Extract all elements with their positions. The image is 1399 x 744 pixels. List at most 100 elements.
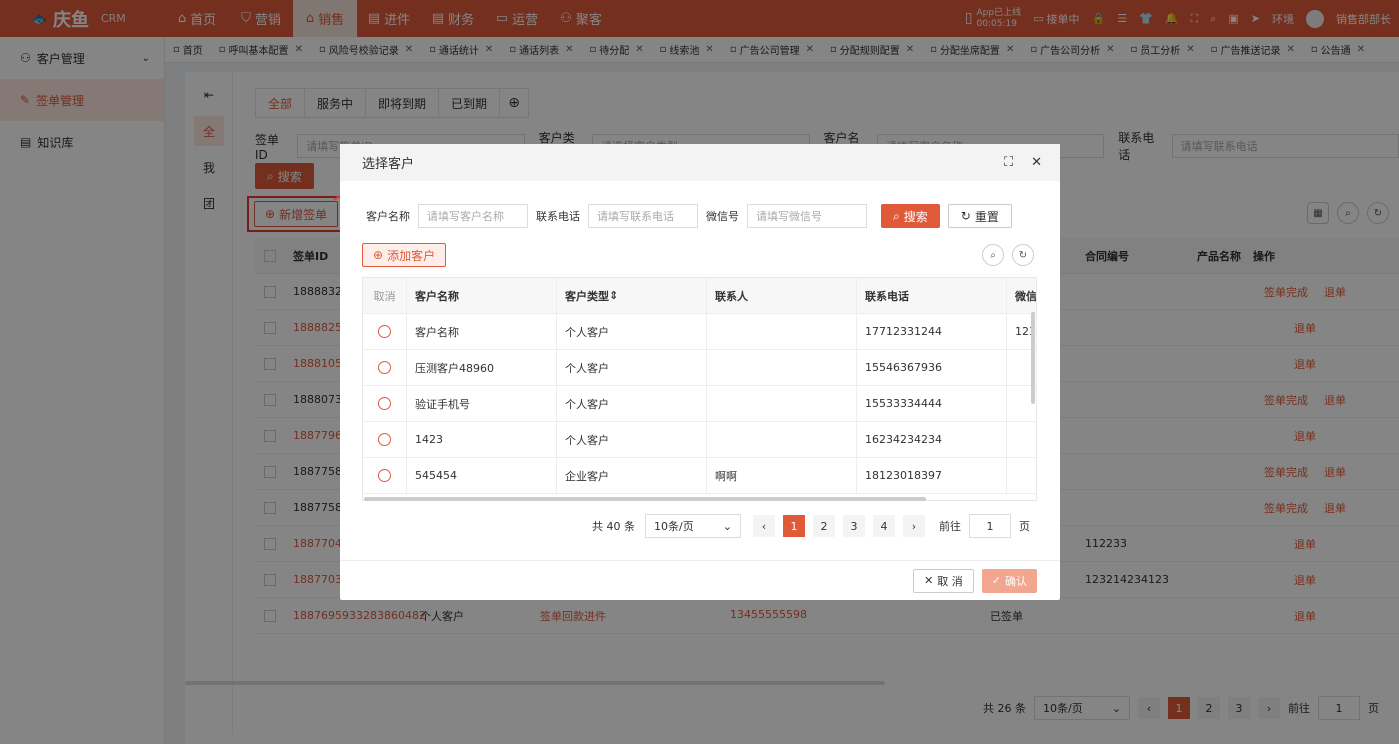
modal-search-button-label: 搜索	[903, 209, 928, 224]
customer-table: 取消 客户名称 客户类型 ⇕ 联系人 联系电话 微信 客户名称 个人客户 17712331244…	[362, 277, 1037, 501]
col-header-label: 客户类型	[565, 289, 609, 303]
modal-name-input[interactable]: 请填写客户名称	[418, 204, 528, 228]
col-header-1: 客户名称	[407, 278, 557, 314]
cell-type: 个人客户	[557, 385, 707, 422]
col-header-0: 取消	[363, 278, 407, 314]
modal-reset-button-label: 重置	[974, 209, 999, 224]
col-header-5: 微信	[1007, 278, 1037, 314]
row-radio-cell[interactable]	[363, 457, 407, 494]
modal-prev-page[interactable]: ‹	[753, 515, 775, 537]
row-radio[interactable]	[378, 325, 391, 338]
modal-page-size-value: 10条/页	[654, 520, 694, 533]
modal-goto-input[interactable]: 1	[969, 514, 1011, 538]
modal-next-page[interactable]: ›	[903, 515, 925, 537]
cell-contact	[707, 421, 857, 458]
col-header-label: 联系电话	[865, 289, 909, 303]
cell-contact: 啊啊	[707, 457, 857, 494]
add-customer-button-label: 添加客户	[387, 248, 436, 263]
col-header-3: 联系人	[707, 278, 857, 314]
modal-table-hscroll[interactable]	[364, 497, 926, 501]
modal-name-label: 客户名称	[366, 210, 410, 223]
cell-phone: 17712331244	[857, 313, 1007, 350]
cell-name: 验证手机号	[407, 385, 557, 422]
cell-wechat	[1007, 458, 1036, 494]
row-radio[interactable]	[378, 433, 391, 446]
modal-pager: 共 40 条 10条/页 ⌄ ‹ 1 2 3 4 › 前往 1 页	[592, 514, 1030, 538]
modal-search-button[interactable]: ⌕ 搜索	[881, 204, 940, 228]
modal-search-row: 客户名称 请填写客户名称 联系电话 请填写联系电话 微信号 请填写微信号 ⌕ 搜索…	[366, 204, 1012, 228]
modal-wechat-label: 微信号	[706, 210, 739, 223]
customer-row[interactable]: 压测客户48960 个人客户 15546367936	[363, 349, 1036, 386]
customer-row[interactable]: 545454 企业客户 啊啊 18123018397	[363, 457, 1036, 494]
modal-pager-total: 共 40 条	[592, 520, 635, 533]
cell-name: 压测客户48960	[407, 349, 557, 386]
close-icon: ✕	[924, 574, 934, 587]
modal-goto-label: 前往	[939, 520, 961, 533]
cell-contact	[707, 385, 857, 422]
cell-type: 个人客户	[557, 421, 707, 458]
refresh-icon: ↻	[960, 209, 971, 223]
customer-row[interactable]: 验证手机号 个人客户 15533334444	[363, 385, 1036, 422]
sort-icon[interactable]: ⇕	[609, 289, 618, 302]
modal-page-2[interactable]: 2	[813, 515, 835, 537]
cell-name: 1423	[407, 421, 557, 458]
row-radio-cell[interactable]	[363, 385, 407, 422]
add-customer-wrap: ⊕ 添加客户	[362, 243, 447, 267]
col-header-2: 客户类型 ⇕	[557, 278, 707, 314]
modal-phone-input[interactable]: 请填写联系电话	[588, 204, 698, 228]
cell-wechat	[1007, 422, 1036, 458]
cell-phone: 18123018397	[857, 457, 1007, 494]
modal-page-4[interactable]: 4	[873, 515, 895, 537]
col-header-label: 微信	[1015, 289, 1037, 303]
cell-phone: 15546367936	[857, 349, 1007, 386]
modal-confirm-button-label: 确认	[1005, 574, 1027, 588]
cell-name: 客户名称	[407, 313, 557, 350]
col-header-label: 联系人	[715, 289, 748, 303]
modal-table-tools: ⌕ ↻	[982, 244, 1034, 266]
maximize-icon[interactable]: ⛶	[1004, 155, 1013, 170]
customer-row[interactable]: 客户名称 个人客户 17712331244 123	[363, 313, 1036, 350]
row-radio-cell[interactable]	[363, 421, 407, 458]
modal-page-size-select[interactable]: 10条/页 ⌄	[645, 514, 741, 538]
row-radio-cell[interactable]	[363, 313, 407, 350]
col-header-4: 联系电话	[857, 278, 1007, 314]
cell-phone: 15533334444	[857, 385, 1007, 422]
refresh-icon[interactable]: ↻	[1012, 244, 1034, 266]
search-icon[interactable]: ⌕	[982, 244, 1004, 266]
modal-cancel-button-label: 取 消	[937, 574, 963, 588]
modal-header: 选择客户 ⛶ ✕	[340, 144, 1060, 181]
select-customer-modal: 选择客户 ⛶ ✕ 客户名称 请填写客户名称 联系电话 请填写联系电话 微信号 请…	[340, 144, 1060, 600]
cell-type: 企业客户	[557, 457, 707, 494]
cell-contact	[707, 349, 857, 386]
search-icon: ⌕	[893, 208, 900, 223]
plus-circle-icon: ⊕	[373, 248, 384, 262]
cell-contact	[707, 313, 857, 350]
row-radio[interactable]	[378, 469, 391, 482]
row-radio[interactable]	[378, 361, 391, 374]
modal-page-3[interactable]: 3	[843, 515, 865, 537]
row-radio-cell[interactable]	[363, 349, 407, 386]
modal-table-vscroll[interactable]	[1031, 312, 1035, 404]
modal-wechat-input[interactable]: 请填写微信号	[747, 204, 867, 228]
modal-page-1[interactable]: 1	[783, 515, 805, 537]
modal-footer: ✕ 取 消 ✓ 确认	[340, 560, 1060, 600]
customer-table-header: 取消 客户名称 客户类型 ⇕ 联系人 联系电话 微信	[363, 278, 1036, 314]
row-radio[interactable]	[378, 397, 391, 410]
modal-title: 选择客户	[362, 157, 415, 172]
modal-cancel-button[interactable]: ✕ 取 消	[913, 568, 974, 593]
cell-phone: 16234234234	[857, 421, 1007, 458]
close-icon[interactable]: ✕	[1031, 155, 1042, 170]
modal-goto-unit: 页	[1019, 520, 1030, 533]
check-icon: ✓	[991, 574, 1001, 587]
modal-phone-label: 联系电话	[536, 210, 580, 223]
cell-type: 个人客户	[557, 349, 707, 386]
add-customer-button[interactable]: ⊕ 添加客户	[362, 243, 447, 267]
chevron-down-icon: ⌄	[722, 519, 732, 533]
customer-row[interactable]: 1423 个人客户 16234234234	[363, 421, 1036, 458]
cell-type: 个人客户	[557, 313, 707, 350]
modal-confirm-button[interactable]: ✓ 确认	[981, 568, 1037, 593]
cell-name: 545454	[407, 457, 557, 494]
col-header-label: 取消	[373, 289, 396, 303]
col-header-label: 客户名称	[415, 289, 459, 303]
modal-reset-button[interactable]: ↻ 重置	[947, 204, 1012, 228]
